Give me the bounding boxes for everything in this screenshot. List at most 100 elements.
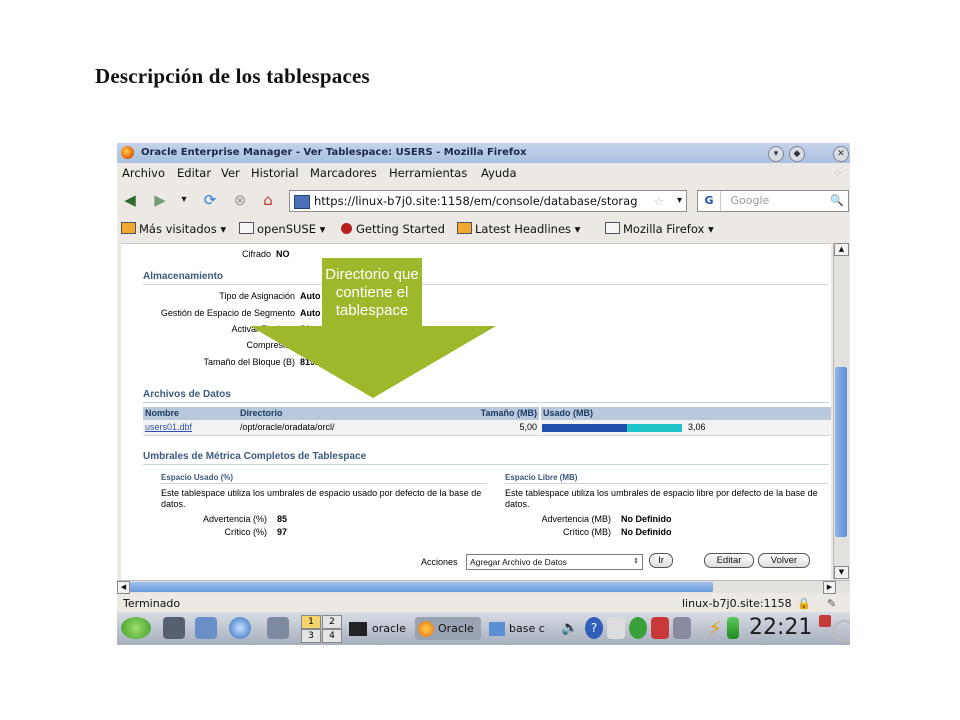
file-manager-icon[interactable] [163, 617, 185, 639]
browser-globe-icon[interactable] [229, 617, 251, 639]
status-host: linux-b7j0.site:1158 [682, 597, 792, 610]
search-engine-icon[interactable]: G [698, 191, 721, 211]
bookmark-mozilla-firefox[interactable]: Mozilla Firefox ▾ [605, 222, 714, 236]
menu-archivo[interactable]: Archivo [122, 166, 165, 180]
close-icon[interactable]: ✕ [833, 146, 849, 162]
column-header-tamano[interactable]: Tamaño (MB) [423, 407, 539, 420]
ir-button[interactable]: Ir [649, 553, 673, 568]
task-base-c[interactable]: base c [487, 617, 553, 640]
advertencia-mb-label: Advertencia (MB) [541, 514, 611, 524]
menu-marcadores[interactable]: Marcadores [310, 166, 377, 180]
scroll-right-icon[interactable]: ▶ [823, 581, 836, 594]
url-dropdown-icon[interactable]: ▾ [677, 191, 682, 211]
subsection-divider [505, 483, 829, 484]
callout-arrow-icon [250, 326, 496, 398]
vertical-scroll-thumb[interactable] [835, 367, 847, 537]
getting-started-icon [341, 223, 352, 234]
site-identity-icon [294, 194, 310, 209]
column-header-usado[interactable]: Usado (MB) [540, 407, 831, 420]
datafile-usado-cell: 3,06 [540, 420, 830, 436]
volume-icon[interactable]: 🔈 [561, 617, 579, 639]
url-field[interactable]: https://linux-b7j0.site:1158/em/console/… [289, 190, 687, 212]
datafile-directorio: /opt/oracle/oradata/orcl/ [238, 420, 423, 436]
usage-bar [542, 424, 682, 432]
window-title: Oracle Enterprise Manager - Ver Tablespa… [141, 147, 527, 158]
menu-historial[interactable]: Historial [251, 166, 299, 180]
gestion-espacio-value: Auto [300, 308, 321, 318]
bookmark-star-icon[interactable]: ☆ [654, 191, 664, 211]
acciones-selected: Agregar Archivo de Datos [470, 557, 567, 567]
menu-ayuda[interactable]: Ayuda [481, 166, 517, 180]
url-text: https://linux-b7j0.site:1158/em/console/… [314, 194, 638, 208]
editar-button[interactable]: Editar [704, 553, 754, 568]
forward-arrow-icon[interactable]: ▶ [151, 191, 169, 209]
almacenamiento-heading: Almacenamiento [143, 271, 224, 282]
pager-desktop-1[interactable]: 1 [301, 615, 321, 629]
padlock-icon[interactable]: 🔒 [797, 597, 811, 610]
horizontal-scrollbar[interactable]: ◀ ▶ [117, 580, 850, 594]
pager-desktop-3[interactable]: 3 [301, 629, 321, 643]
firefox-icon [121, 146, 134, 159]
back-arrow-icon[interactable]: ◀ [121, 191, 139, 209]
critico-mb-value: No Definido [621, 527, 672, 537]
throbber-icon: ⁘ [833, 166, 843, 180]
scroll-up-icon[interactable]: ▲ [834, 243, 849, 256]
task-oracle-terminal[interactable]: oracle [349, 617, 411, 640]
status-extra-icon: ✎ [827, 597, 837, 610]
advertencia-pct-label: Advertencia (%) [202, 514, 267, 524]
search-magnifier-icon[interactable]: 🔍 [830, 191, 844, 211]
clock[interactable]: 22:21 [749, 615, 812, 640]
menu-herramientas[interactable]: Herramientas [389, 166, 467, 180]
menu-ver[interactable]: Ver [221, 166, 240, 180]
menu-editar[interactable]: Editar [177, 166, 211, 180]
power-icon[interactable]: ⚡ [705, 617, 725, 639]
search-placeholder: Google [730, 194, 770, 207]
clipboard-icon[interactable] [607, 617, 625, 639]
column-header-directorio[interactable]: Directorio [238, 407, 423, 420]
history-dropdown-icon[interactable]: ▾ [175, 191, 193, 209]
window-task-icon [489, 622, 505, 636]
task-oracle-firefox[interactable]: Oracle [415, 617, 481, 640]
espacio-usado-heading: Espacio Usado (%) [161, 473, 234, 482]
bookmark-opensuse[interactable]: openSUSE ▾ [239, 222, 325, 236]
horizontal-scroll-thumb[interactable] [130, 582, 713, 592]
lock-screen-icon[interactable] [833, 620, 850, 642]
vertical-scrollbar[interactable]: ▲ ▼ [833, 243, 849, 579]
column-header-nombre[interactable]: Nombre [143, 407, 238, 420]
advertencia-pct-value: 85 [277, 514, 288, 524]
bookmark-getting-started[interactable]: Getting Started [341, 222, 445, 236]
search-box[interactable]: G Google 🔍 [697, 190, 849, 212]
desktop-taskbar: 1 2 3 4 oracle Oracle base c 🔈 ? ⚡ 22:21 [117, 612, 850, 645]
battery-icon [727, 617, 739, 639]
stop-icon[interactable]: ⊗ [231, 191, 249, 209]
minimize-icon[interactable]: ▾ [768, 146, 784, 162]
pager-desktop-2[interactable]: 2 [322, 615, 342, 629]
suse-menu-icon[interactable] [121, 617, 151, 639]
volver-button[interactable]: Volver [758, 553, 810, 568]
applet-icon[interactable] [673, 617, 691, 639]
desktop-icon[interactable] [267, 617, 289, 639]
acciones-select[interactable]: Agregar Archivo de Datos ⇕ [466, 554, 643, 570]
update-icon[interactable] [651, 617, 669, 639]
datafile-link[interactable]: users01.dbf [143, 420, 238, 436]
scroll-down-icon[interactable]: ▼ [834, 566, 849, 579]
subsection-divider [161, 483, 487, 484]
home-icon[interactable]: ⌂ [259, 191, 277, 209]
scroll-left-icon[interactable]: ◀ [117, 581, 130, 594]
rss-folder-icon [121, 222, 136, 234]
pager-desktop-4[interactable]: 4 [322, 629, 342, 643]
logout-icon[interactable] [819, 615, 831, 627]
slide-title: Descripción de los tablespaces [95, 64, 370, 88]
bookmark-mas-visitados[interactable]: Más visitados ▾ [121, 222, 226, 236]
bookmark-latest-headlines[interactable]: Latest Headlines ▾ [457, 222, 580, 236]
espacio-libre-heading: Espacio Libre (MB) [505, 473, 578, 482]
network-icon[interactable] [629, 617, 647, 639]
reload-icon[interactable]: ⟳ [201, 191, 219, 209]
page-content: Cifrado NO Almacenamiento Tipo de Asigna… [121, 243, 831, 580]
office-icon[interactable] [195, 617, 217, 639]
firefox-task-icon [418, 621, 434, 637]
maximize-icon[interactable]: ◆ [789, 146, 805, 162]
espacio-libre-description: Este tablespace utiliza los umbrales de … [505, 488, 818, 509]
bookmarks-toolbar: Más visitados ▾ openSUSE ▾ Getting Start… [117, 217, 850, 241]
help-icon[interactable]: ? [585, 617, 603, 639]
